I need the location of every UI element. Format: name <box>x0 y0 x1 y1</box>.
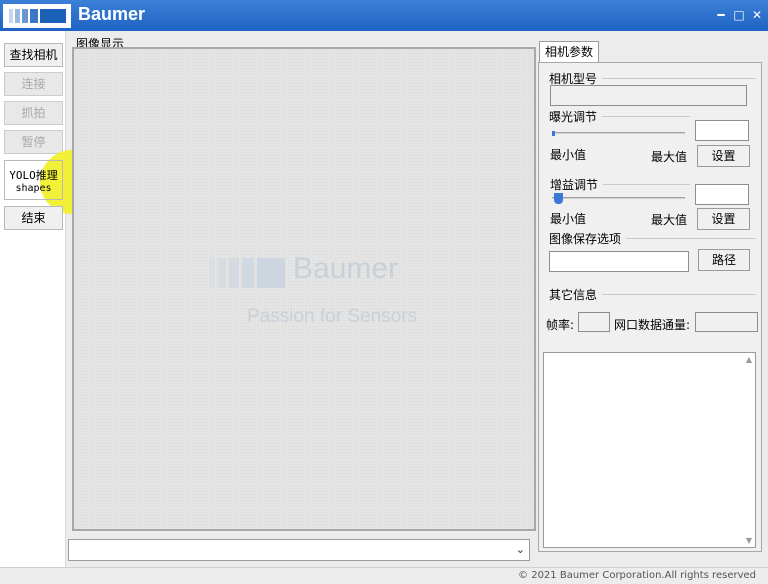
app-title: Baumer <box>78 4 146 24</box>
log-combobox[interactable]: ⌄ <box>68 539 530 561</box>
exposure-set-button[interactable]: 设置 <box>697 145 750 167</box>
group-divider <box>603 184 690 185</box>
gain-set-button[interactable]: 设置 <box>697 208 750 230</box>
gain-value-input[interactable] <box>695 184 749 205</box>
baumer-logo-icon <box>3 4 71 28</box>
exposure-slider-track[interactable] <box>552 132 685 134</box>
maximize-button[interactable]: □ <box>730 6 748 24</box>
exposure-max-label: 最大值 <box>651 150 688 164</box>
pause-button[interactable]: 暂停 <box>4 130 63 154</box>
scroll-down-icon[interactable]: ▼ <box>746 536 752 545</box>
save-options-label: 图像保存选项 <box>549 232 622 246</box>
connect-button[interactable]: 连接 <box>4 72 63 96</box>
group-divider <box>602 116 690 117</box>
capture-button[interactable]: 抓拍 <box>4 101 63 125</box>
bandwidth-label: 网口数据通量: <box>614 318 691 332</box>
fps-field[interactable] <box>578 312 610 332</box>
title-bar[interactable]: Baumer ━ □ ✕ <box>0 0 768 31</box>
group-divider <box>626 238 756 239</box>
status-bar: © 2021 Baumer Corporation.All rights res… <box>0 567 768 584</box>
gain-slider-thumb[interactable] <box>554 193 563 204</box>
end-button[interactable]: 结束 <box>4 206 63 230</box>
info-text-area[interactable]: ▲ ▼ <box>543 352 756 548</box>
copyright-text: © 2021 Baumer Corporation.All rights res… <box>518 570 756 581</box>
exposure-min-label: 最小值 <box>550 148 587 162</box>
camera-model-field[interactable] <box>550 85 747 106</box>
group-divider <box>602 294 756 295</box>
gain-slider-track[interactable] <box>552 197 685 199</box>
watermark-tagline: Passion for Sensors <box>247 306 418 327</box>
minimize-button[interactable]: ━ <box>712 6 730 24</box>
group-divider <box>602 78 756 79</box>
save-path-input[interactable] <box>549 251 689 272</box>
find-camera-button[interactable]: 查找相机 <box>4 43 63 67</box>
chevron-down-icon[interactable]: ⌄ <box>516 543 525 556</box>
yolo-inference-button[interactable]: YOLO推理 shapes <box>4 160 63 200</box>
image-display-area[interactable] <box>72 47 536 531</box>
scroll-up-icon[interactable]: ▲ <box>746 355 752 364</box>
baumer-watermark-logo-icon <box>209 258 285 288</box>
exposure-group-label: 曝光调节 <box>549 110 598 124</box>
gain-group-label: 增益调节 <box>550 178 599 192</box>
other-info-label: 其它信息 <box>549 288 598 302</box>
close-button[interactable]: ✕ <box>748 6 766 24</box>
tab-camera-params[interactable]: 相机参数 <box>539 41 599 63</box>
gain-min-label: 最小值 <box>550 212 587 226</box>
gain-max-label: 最大值 <box>651 213 688 227</box>
watermark-brand: Baumer <box>293 252 399 285</box>
yolo-button-label: YOLO推理 <box>9 169 58 182</box>
bandwidth-field[interactable] <box>695 312 758 332</box>
fps-label: 帧率: <box>546 318 575 332</box>
yolo-button-sublabel: shapes <box>15 183 52 194</box>
exposure-slider-thumb[interactable] <box>552 131 555 136</box>
path-button[interactable]: 路径 <box>698 249 750 271</box>
exposure-value-input[interactable] <box>695 120 749 141</box>
